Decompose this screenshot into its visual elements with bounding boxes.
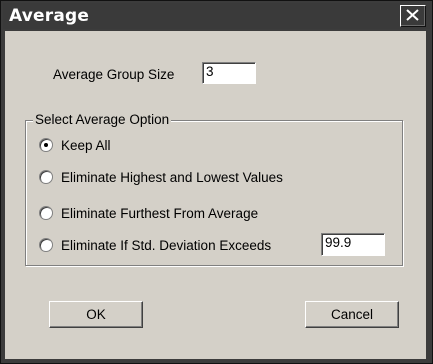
option-eliminate-high-low[interactable]: Eliminate Highest and Lowest Values [39, 168, 283, 186]
dialog-body: Average Group Size 3 Select Average Opti… [5, 31, 426, 359]
radio-button[interactable] [39, 206, 53, 220]
average-dialog: Average Average Group Size 3 Select Aver… [0, 0, 433, 364]
close-button[interactable] [400, 5, 426, 27]
group-size-input[interactable]: 3 [202, 62, 256, 84]
option-label: Eliminate If Std. Deviation Exceeds [61, 237, 272, 253]
option-label: Keep All [61, 137, 111, 153]
option-label: Eliminate Furthest From Average [61, 205, 259, 221]
close-icon [406, 9, 419, 21]
group-size-label: Average Group Size [53, 67, 175, 82]
option-eliminate-furthest[interactable]: Eliminate Furthest From Average [39, 204, 258, 222]
radio-button[interactable] [39, 238, 53, 252]
option-keep-all[interactable]: Keep All [39, 136, 111, 154]
radio-button[interactable] [39, 170, 53, 184]
cancel-button[interactable]: Cancel [305, 301, 399, 328]
ok-button[interactable]: OK [49, 301, 143, 328]
radio-button[interactable] [39, 138, 53, 152]
group-legend: Select Average Option [33, 112, 172, 127]
option-label: Eliminate Highest and Lowest Values [61, 169, 283, 185]
std-dev-input[interactable]: 99.9 [321, 233, 385, 256]
option-eliminate-std-dev[interactable]: Eliminate If Std. Deviation Exceeds [39, 236, 271, 254]
dialog-title: Average [9, 6, 90, 26]
title-bar[interactable]: Average [3, 3, 430, 29]
